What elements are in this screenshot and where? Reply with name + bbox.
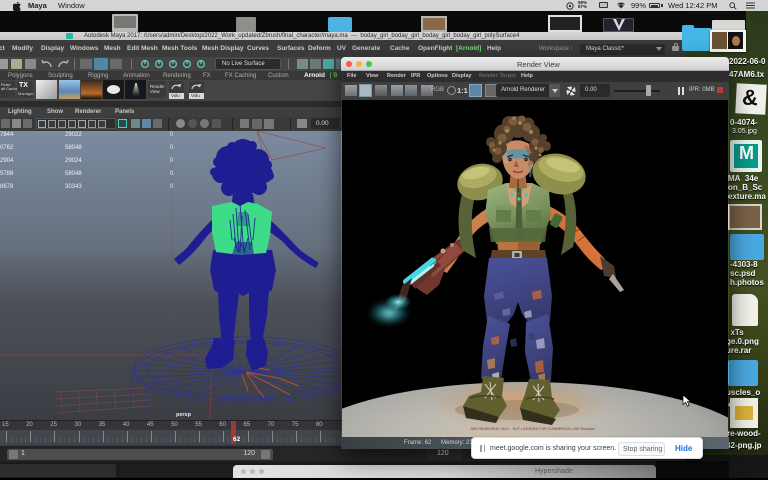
svg-text:JWS RENDERING ONLY - NOT LICEN: JWS RENDERING ONLY - NOT LICENSED FOR CO… [470,427,595,431]
